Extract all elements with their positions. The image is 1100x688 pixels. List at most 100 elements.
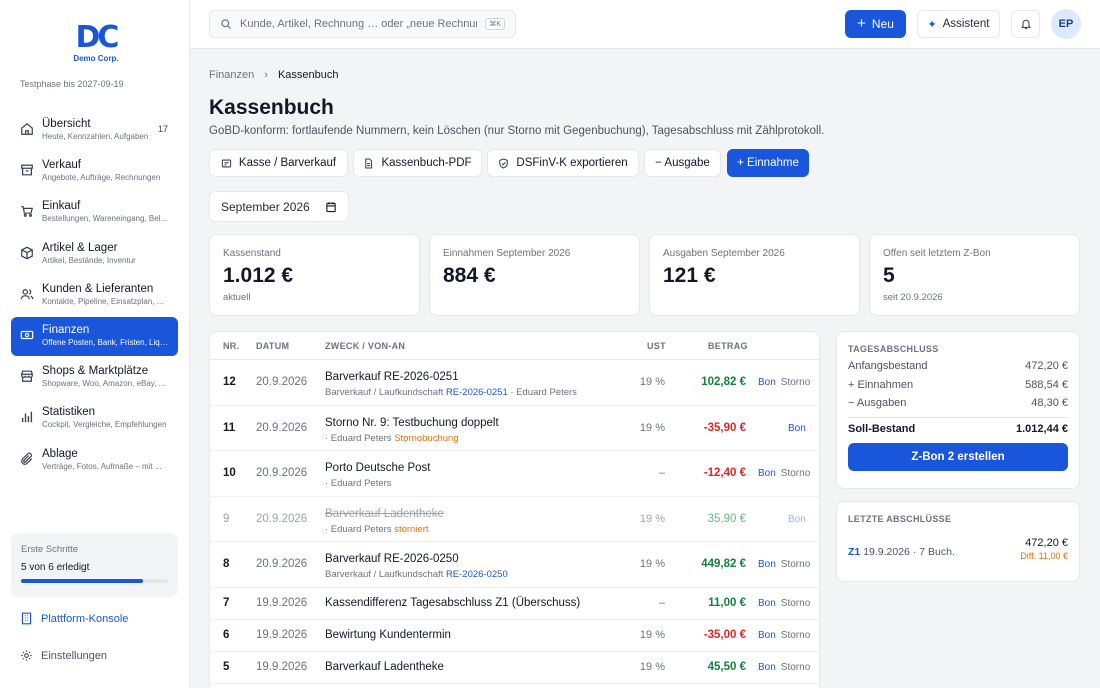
storno-link[interactable]: Storno xyxy=(781,377,810,388)
daily-closing-title: TAGESABSCHLUSS xyxy=(848,344,939,354)
entry-purpose: Barverkauf RE-2026-0250 xyxy=(325,553,459,565)
bon-link[interactable]: Bon xyxy=(788,423,806,434)
recent-closings-title: LETZTE ABSCHLÜSSE xyxy=(848,514,952,524)
table-row[interactable]: 7 19.9.2026 Kassendifferenz Tagesabschluss… xyxy=(210,588,819,620)
sidebar-item-artikel-lager[interactable]: Artikel & Lager Artikel, Bestände, Inven… xyxy=(11,235,178,274)
closing-item-link[interactable]: Z1 xyxy=(848,546,860,558)
assistant-button[interactable]: ✦ Assistent xyxy=(917,10,1000,38)
income-button[interactable]: + Einnahme xyxy=(727,149,809,177)
entry-date: 20.9.2026 xyxy=(256,422,308,434)
closing-list-item[interactable]: Z1 19.9.2026 · 7 Buch. 472,20 € Diff. 11… xyxy=(848,537,1068,561)
sidebar-item-verkauf[interactable]: Verkauf Angebote, Aufträge, Rechnungen xyxy=(11,152,178,191)
settings-link[interactable]: Einstellungen xyxy=(20,649,107,662)
entry-number: 10 xyxy=(223,467,236,479)
sidebar-item-ablage[interactable]: Ablage Verträge, Fotos, Aufmaße – mit ..… xyxy=(11,441,178,480)
table-row[interactable]: 11 20.9.2026 Storno Nr. 9: Testbuchung dop… xyxy=(210,406,819,451)
entry-status-tag: storniert xyxy=(394,524,429,535)
bon-link[interactable]: Bon xyxy=(758,559,776,570)
bon-link[interactable]: Bon xyxy=(788,514,806,525)
sidebar-item-sub: Angebote, Aufträge, Rechnungen xyxy=(42,173,161,183)
cash-register-button[interactable]: Kasse / Barverkauf xyxy=(209,149,348,177)
company-logo[interactable]: DC Demo Corp. xyxy=(70,23,122,66)
cart-icon xyxy=(21,206,34,218)
entry-date: 19.9.2026 xyxy=(256,597,308,609)
table-row[interactable]: 12 20.9.2026 Barverkauf RE-2026-0251 Barver… xyxy=(210,360,819,406)
bon-link[interactable]: Bon xyxy=(758,468,776,479)
expense-button[interactable]: − Ausgabe xyxy=(644,149,721,177)
entry-date: 20.9.2026 xyxy=(256,376,308,388)
entry-date: 19.9.2026 xyxy=(256,661,308,673)
dsfinvk-export-button[interactable]: DSFinV-K exportieren xyxy=(487,149,639,177)
bon-link[interactable]: Bon xyxy=(758,630,776,641)
platform-console-label: Plattform-Konsole xyxy=(41,612,129,625)
entry-vat: – xyxy=(658,597,665,609)
entry-amount: -35,00 € xyxy=(703,629,746,641)
entry-purpose: Barverkauf Ladentheke xyxy=(325,661,444,673)
bon-link[interactable]: Bon xyxy=(758,377,776,388)
period-select[interactable]: September 2026 xyxy=(209,191,349,222)
sidebar-item-statistiken[interactable]: Statistiken Cockpit, Vergleiche, Empfehl… xyxy=(11,399,178,438)
entry-amount: -12,40 € xyxy=(703,467,746,479)
sidebar-item-shops[interactable]: Shops & Marktplätze Shopware, Woo, Amazo… xyxy=(11,358,178,397)
search-icon xyxy=(221,19,231,29)
entry-number: 7 xyxy=(223,597,230,609)
search-placeholder: Kunde, Artikel, Rechnung … oder „neue Re… xyxy=(240,18,478,30)
cash-register-label: Kasse / Barverkauf xyxy=(238,157,337,169)
kpi-value: 1.012 € xyxy=(223,264,294,287)
entry-meta: · Eduard Peters storniert xyxy=(325,524,429,535)
sidebar-item-uebersicht[interactable]: Übersicht Heute, Kennzahlen, Aufgaben 17 xyxy=(11,111,178,150)
entry-number: 8 xyxy=(223,558,230,570)
table-row[interactable]: 8 20.9.2026 Barverkauf RE-2026-0250 Barverk… xyxy=(210,542,819,588)
kpi-label: Einnahmen September 2026 xyxy=(443,248,571,259)
sidebar-item-label: Verkauf xyxy=(42,159,81,172)
kpi-card-expenses: Ausgaben September 2026 121 € xyxy=(649,234,860,316)
storno-link[interactable]: Storno xyxy=(781,559,810,570)
table-row[interactable]: 10 20.9.2026 Porto Deutsche Post · Eduard P… xyxy=(210,451,819,497)
entry-user: · Eduard Peters xyxy=(510,387,577,398)
topbar: Kunde, Artikel, Rechnung … oder „neue Re… xyxy=(190,0,1100,49)
sidebar-item-sub: Heute, Kennzahlen, Aufgaben xyxy=(42,132,149,141)
cashbook-pdf-button[interactable]: Kassenbuch-PDF xyxy=(353,149,482,177)
bon-link[interactable]: Bon xyxy=(758,598,776,609)
kpi-card-open-since-zbon: Offen seit letztem Z-Bon 5 seit 20.9.202… xyxy=(869,234,1080,316)
entry-status-tag: Stornobuchung xyxy=(394,433,459,444)
column-header-betrag: BETRAG xyxy=(708,341,748,351)
avatar[interactable]: EP xyxy=(1051,9,1081,39)
entry-vat: 19 % xyxy=(639,661,665,673)
table-row[interactable]: 5 19.9.2026 Barverkauf Ladentheke 19 % 45,50… xyxy=(210,652,819,684)
plus-icon: + xyxy=(857,15,866,32)
platform-console-link[interactable]: Plattform-Konsole xyxy=(20,612,128,625)
sidebar-item-finanzen[interactable]: Finanzen Offene Posten, Bank, Fristen, L… xyxy=(11,316,178,356)
storno-link[interactable]: Storno xyxy=(781,630,810,641)
table-row[interactable]: 9 20.9.2026 Barverkauf Ladentheke · Eduard … xyxy=(210,497,819,542)
new-button[interactable]: + Neu xyxy=(845,10,906,38)
storno-link[interactable]: Storno xyxy=(781,468,810,479)
column-header-ust: UST xyxy=(647,341,666,351)
breadcrumb-parent[interactable]: Finanzen xyxy=(209,69,254,81)
entry-actions: Bon Storno xyxy=(758,377,818,388)
page-subtitle: GoBD-konform: fortlaufende Nummern, kein… xyxy=(209,125,825,137)
sidebar-item-kunden-lieferanten[interactable]: Kunden & Lieferanten Kontakte, Pipeline,… xyxy=(11,276,178,315)
storno-link[interactable]: Storno xyxy=(781,598,810,609)
column-header-zweck: ZWECK / VON-AN xyxy=(325,341,406,351)
invoice-link[interactable]: RE-2026-0251 xyxy=(446,387,508,398)
invoice-link[interactable]: RE-2026-0250 xyxy=(446,569,508,580)
sidebar-item-label: Finanzen xyxy=(42,323,90,336)
search-input[interactable]: Kunde, Artikel, Rechnung … oder „neue Re… xyxy=(209,10,516,38)
create-zbon-button[interactable]: Z-Bon 2 erstellen xyxy=(848,443,1068,471)
storno-link[interactable]: Storno xyxy=(781,662,810,673)
sidebar-nav: Übersicht Heute, Kennzahlen, Aufgaben 17… xyxy=(11,111,178,482)
entry-actions: Bon Storno xyxy=(758,630,818,641)
table-row[interactable]: 6 19.9.2026 Bewirtung Kundentermin 19 % -35,… xyxy=(210,620,819,652)
logo-text: Demo Corp. xyxy=(73,54,119,63)
entry-date: 20.9.2026 xyxy=(256,467,308,479)
page-title: Kassenbuch xyxy=(209,96,334,119)
cashbook-table: NR. DATUM ZWECK / VON-AN UST BETRAG 12 20… xyxy=(209,331,820,688)
bon-link[interactable]: Bon xyxy=(758,662,776,673)
entry-meta: Barverkauf / Laufkundschaft RE-2026-0250 xyxy=(325,569,508,580)
onboarding-card[interactable]: Erste Schritte 5 von 6 erledigt xyxy=(11,533,178,597)
sidebar-item-einkauf[interactable]: Einkauf Bestellungen, Wareneingang, Bele… xyxy=(11,193,178,232)
entry-amount: 35,90 € xyxy=(707,513,746,525)
entry-purpose: Barverkauf Ladentheke xyxy=(325,508,444,520)
notifications-button[interactable] xyxy=(1011,10,1040,38)
